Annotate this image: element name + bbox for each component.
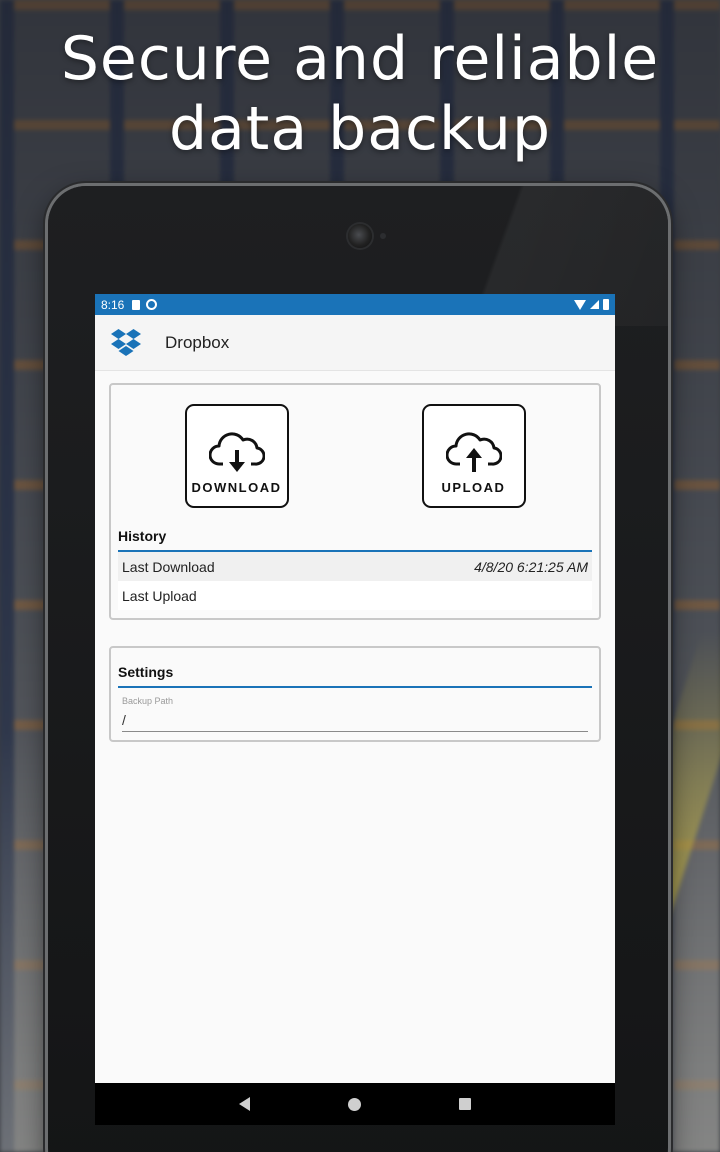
settings-title: Settings <box>118 648 592 688</box>
settings-card: Settings Backup Path / <box>109 646 601 742</box>
back-triangle-icon[interactable] <box>239 1097 250 1111</box>
wifi-icon <box>574 299 586 310</box>
download-label: DOWNLOAD <box>191 480 282 495</box>
front-camera-icon <box>348 224 372 248</box>
history-row-last-download: Last Download 4/8/20 6:21:25 AM <box>118 552 592 581</box>
upload-button[interactable]: UPLOAD <box>421 404 526 508</box>
status-bar: 8:16 <box>95 294 615 315</box>
headline-line-2: data backup <box>168 94 552 164</box>
action-buttons: DOWNLOAD UPLOAD <box>118 385 592 522</box>
marketing-headline: Secure and reliable data backup <box>0 24 720 164</box>
battery-icon <box>603 299 609 310</box>
cloud-download-icon <box>208 432 265 472</box>
backup-path-field: Backup Path / <box>118 688 592 732</box>
sync-icon <box>146 299 158 310</box>
history-title: History <box>118 522 592 552</box>
history-row-label: Last Download <box>122 558 215 575</box>
status-right-icons <box>574 299 609 310</box>
history-card: DOWNLOAD UPLOAD History Last Download 4/… <box>109 383 601 620</box>
backup-path-label: Backup Path <box>122 696 174 706</box>
device-screen: 8:16 Dropbox DOWNLOAD UPLOAD History Las… <box>95 294 615 1125</box>
status-time: 8:16 <box>101 297 125 312</box>
system-nav-bar <box>95 1083 615 1125</box>
download-button[interactable]: DOWNLOAD <box>184 404 289 508</box>
app-title: Dropbox <box>165 332 230 352</box>
main-content: DOWNLOAD UPLOAD History Last Download 4/… <box>95 371 615 742</box>
headline-line-1: Secure and reliable <box>60 24 660 94</box>
cloud-upload-icon <box>445 432 502 472</box>
history-row-last-upload: Last Upload <box>118 581 592 610</box>
sd-card-icon <box>132 299 141 310</box>
dropbox-logo-icon <box>111 328 141 356</box>
backup-path-input[interactable]: / <box>122 712 588 732</box>
signal-icon <box>590 300 599 309</box>
history-row-label: Last Upload <box>122 587 197 604</box>
home-circle-icon[interactable] <box>348 1097 361 1111</box>
camera-sensor-icon <box>380 233 386 239</box>
upload-label: UPLOAD <box>441 480 506 495</box>
recents-square-icon[interactable] <box>459 1098 471 1110</box>
history-row-value: 4/8/20 6:21:25 AM <box>474 558 588 575</box>
app-bar: Dropbox <box>95 315 615 371</box>
